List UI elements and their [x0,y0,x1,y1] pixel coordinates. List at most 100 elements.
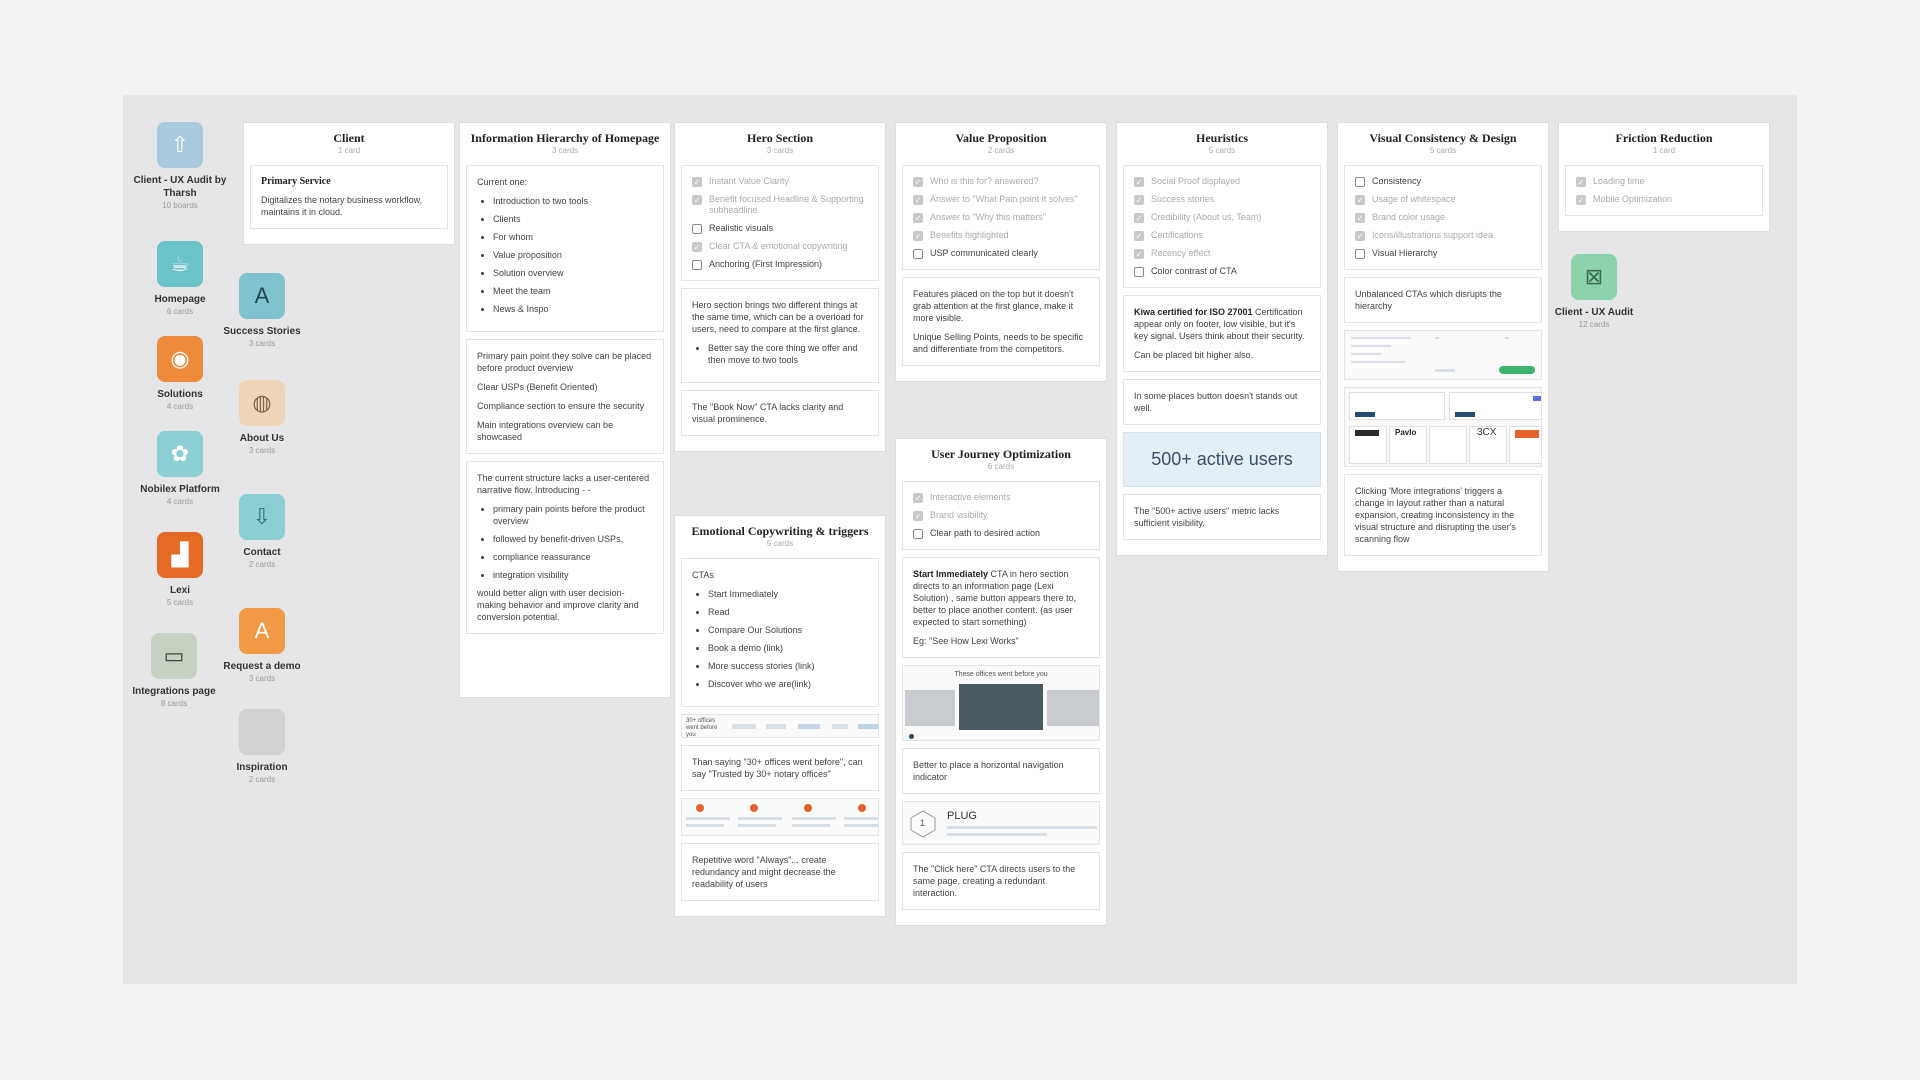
screenshot-thumbnail[interactable]: Pavlo 3CX [1344,387,1542,467]
board-inspiration[interactable]: Inspiration 2 cards [202,709,322,784]
board-success-stories[interactable]: A Success Stories 3 cards [202,273,322,348]
checklist-item[interactable]: ✓ Usage of whitespace [1355,194,1531,205]
metric-active-users[interactable]: 500+ active users [1123,432,1321,487]
checkbox-checked-icon[interactable]: ✓ [913,195,923,205]
board-request-a-demo[interactable]: A Request a demo 3 cards [202,608,322,683]
board-client-ux-audit-by-tharsh[interactable]: ⇧ Client - UX Audit by Tharsh 10 boards [120,122,240,210]
card-trusted-by[interactable]: Than saying "30+ offices went before", c… [681,745,879,791]
checklist-item[interactable]: Anchoring (First Impression) [692,259,868,270]
checkbox-checked-icon[interactable]: ✓ [1134,195,1144,205]
card-hero-overload[interactable]: Hero section brings two different things… [681,288,879,383]
checkbox-checked-icon[interactable]: ✓ [1134,231,1144,241]
board-about-us[interactable]: ◍ About Us 3 cards [202,380,322,455]
checklist-item[interactable]: ✓ Brand color usage [1355,212,1531,223]
checkbox-checked-icon[interactable]: ✓ [913,231,923,241]
column-heuristics[interactable]: Heuristics 5 cards ✓ Social Proof display… [1116,122,1328,556]
checklist-item[interactable]: ✓ Answer to "What Pain point it solves" [913,194,1089,205]
column-hero-section[interactable]: Hero Section 3 cards ✓ Instant Value Clar… [674,122,886,452]
checkbox-checked-icon[interactable]: ✓ [1355,195,1365,205]
board-client-ux-audit[interactable]: ⊠ Client - UX Audit 12 cards [1534,254,1654,329]
checkbox-checked-icon[interactable]: ✓ [1576,195,1586,205]
checklist-item[interactable]: ✓ Certifications [1134,230,1310,241]
card-repetitive-word[interactable]: Repetitive word "Always"... create redun… [681,843,879,901]
column-emotional-copywriting[interactable]: Emotional Copywriting & triggers 5 cards… [674,515,886,917]
board-contact[interactable]: ⇩ Contact 2 cards [202,494,322,569]
checkbox-icon[interactable] [913,529,923,539]
checklist-item[interactable]: ✓ Who is this for? answered? [913,176,1089,187]
checklist-item[interactable]: ✓ Recency effect [1134,248,1310,259]
column-client[interactable]: Client 1 card Primary Service Digitalize… [243,122,455,245]
card-value-checklist[interactable]: ✓ Who is this for? answered? ✓ Answer to "… [902,165,1100,270]
screenshot-thumbnail[interactable]: These offices went before you [902,665,1100,741]
checklist-item[interactable]: Consistency [1355,176,1531,187]
card-kiwa-certified[interactable]: Kiwa certified for ISO 27001 Certificati… [1123,295,1321,372]
card-hero-checklist[interactable]: ✓ Instant Value Clarity ✓ Benefit focused … [681,165,879,281]
checkbox-checked-icon[interactable]: ✓ [1355,213,1365,223]
checkbox-checked-icon[interactable]: ✓ [1355,231,1365,241]
checklist-item[interactable]: ✓ Loading time [1576,176,1752,187]
column-visual-consistency[interactable]: Visual Consistency & Design 5 cards Cons… [1337,122,1549,572]
checklist-item[interactable]: USP communicated clearly [913,248,1089,259]
checklist-item[interactable]: ✓ Instant Value Clarity [692,176,868,187]
checkbox-checked-icon[interactable]: ✓ [1576,177,1586,187]
card-navigation-indicator[interactable]: Better to place a horizontal navigation … [902,748,1100,794]
checkbox-checked-icon[interactable]: ✓ [1134,249,1144,259]
card-book-now[interactable]: The "Book Now" CTA lacks clarity and vis… [681,390,879,436]
checklist-item[interactable]: Clear path to desired action [913,528,1089,539]
checklist-item[interactable]: Visual Hierarchy [1355,248,1531,259]
checklist-item[interactable]: ✓ Icons/illustrations support idea [1355,230,1531,241]
checklist-item[interactable]: ✓ Social Proof displayed [1134,176,1310,187]
card-primary-service[interactable]: Primary Service Digitalizes the notary b… [250,165,448,229]
card-heuristics-checklist[interactable]: ✓ Social Proof displayed ✓ Success stories… [1123,165,1321,288]
screenshot-thumbnail[interactable]: 1 PLUG [902,801,1100,845]
column-user-journey[interactable]: User Journey Optimization 6 cards ✓ Inter… [895,438,1107,926]
card-visual-checklist[interactable]: Consistency ✓ Usage of whitespace ✓ Brand … [1344,165,1542,270]
checklist-item[interactable]: ✓ Success stories [1134,194,1310,205]
checklist-item[interactable]: Realistic visuals [692,223,868,234]
checklist-item[interactable]: ✓ Credibility (About us, Team) [1134,212,1310,223]
card-recommendations[interactable]: Primary pain point they solve can be pla… [466,339,664,454]
checkbox-checked-icon[interactable]: ✓ [692,195,702,205]
card-journey-checklist[interactable]: ✓ Interactive elements ✓ Brand visibility … [902,481,1100,550]
screenshot-thumbnail[interactable]: 30+ offices went before you [681,714,879,738]
column-value-proposition[interactable]: Value Proposition 2 cards ✓ Who is this f… [895,122,1107,382]
screenshot-thumbnail[interactable] [681,798,879,836]
checklist-item[interactable]: ✓ Benefits highlighted [913,230,1089,241]
checkbox-checked-icon[interactable]: ✓ [692,177,702,187]
checklist-item[interactable]: ✓ Mobile Optimization [1576,194,1752,205]
checkbox-checked-icon[interactable]: ✓ [1134,177,1144,187]
checkbox-checked-icon[interactable]: ✓ [913,177,923,187]
card-current-structure[interactable]: Current one: Introduction to two tools C… [466,165,664,332]
card-metric-visibility[interactable]: The "500+ active users" metric lacks suf… [1123,494,1321,540]
screenshot-thumbnail[interactable] [1344,330,1542,380]
card-ctas[interactable]: CTAs Start Immediately Read Compare Our … [681,558,879,707]
list-item: primary pain points before the product o… [493,503,653,527]
column-information-hierarchy[interactable]: Information Hierarchy of Homepage 3 card… [459,122,671,698]
column-friction-reduction[interactable]: Friction Reduction 1 card ✓ Loading time … [1558,122,1770,232]
checkbox-icon[interactable] [692,224,702,234]
checklist-item[interactable]: ✓ Brand visibility [913,510,1089,521]
checkbox-checked-icon[interactable]: ✓ [1134,213,1144,223]
checkbox-icon[interactable] [692,260,702,270]
checkbox-checked-icon[interactable]: ✓ [692,242,702,252]
card-features[interactable]: Features placed on the top but it doesn'… [902,277,1100,366]
checklist-item[interactable]: ✓ Interactive elements [913,492,1089,503]
card-start-immediately[interactable]: Start Immediately CTA in hero section di… [902,557,1100,658]
card-button-contrast[interactable]: In some places button doesn't stands out… [1123,379,1321,425]
card-narrative-flow[interactable]: The current structure lacks a user-cente… [466,461,664,634]
card-unbalanced-ctas[interactable]: Unbalanced CTAs which disrupts the hiera… [1344,277,1542,323]
checkbox-checked-icon[interactable]: ✓ [913,511,923,521]
checkbox-icon[interactable] [1355,177,1365,187]
checkbox-icon[interactable] [1355,249,1365,259]
checkbox-icon[interactable] [913,249,923,259]
checklist-item[interactable]: ✓ Clear CTA & emotional copywriting [692,241,868,252]
card-friction-checklist[interactable]: ✓ Loading time ✓ Mobile Optimization [1565,165,1763,216]
card-click-here[interactable]: The "Click here" CTA directs users to th… [902,852,1100,910]
checkbox-checked-icon[interactable]: ✓ [913,213,923,223]
checklist-item[interactable]: ✓ Answer to "Why this matters" [913,212,1089,223]
checkbox-icon[interactable] [1134,267,1144,277]
checklist-item[interactable]: ✓ Benefit focused Headline & Supporting s… [692,194,868,216]
card-more-integrations[interactable]: Clicking 'More integrations' triggers a … [1344,474,1542,556]
checkbox-checked-icon[interactable]: ✓ [913,493,923,503]
checklist-item[interactable]: Color contrast of CTA [1134,266,1310,277]
